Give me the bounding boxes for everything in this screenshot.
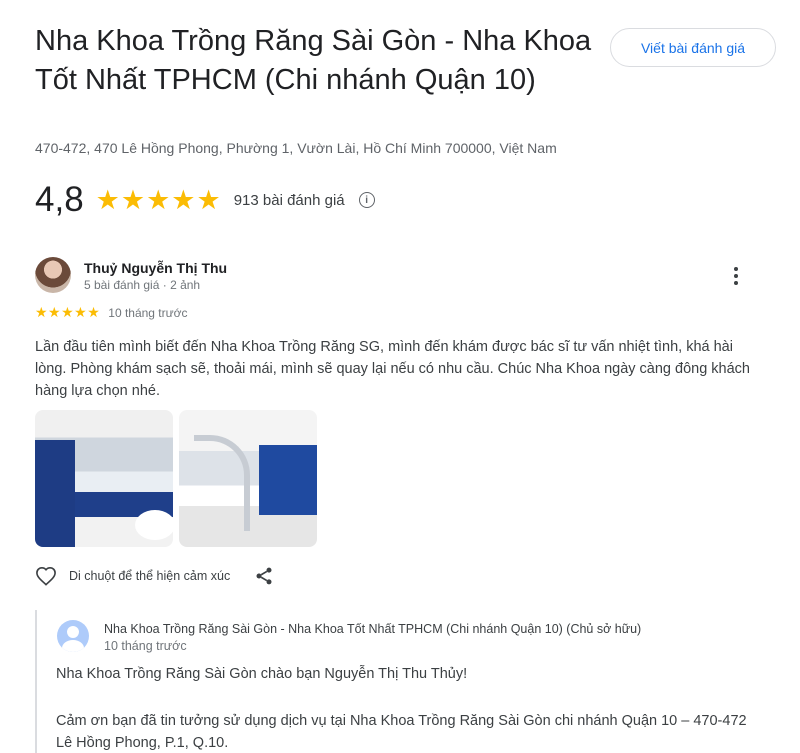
info-icon[interactable]: i: [358, 192, 375, 208]
owner-greeting: Nha Khoa Trồng Răng Sài Gòn chào bạn Ngu…: [56, 666, 468, 682]
review-time: 10 tháng trước: [108, 305, 188, 320]
reviewer-name[interactable]: Thuỷ Nguyễn Thị Thu: [84, 260, 227, 276]
reviewer-meta: 5 bài đánh giá · 2 ảnh: [84, 278, 201, 292]
review-count-link[interactable]: 913 bài đánh giá: [234, 192, 345, 209]
review-stars: ★★★★★: [35, 304, 101, 320]
owner-reply: Nha Khoa Trồng Răng Sài Gòn - Nha Khoa T…: [35, 610, 795, 753]
review-rating: ★★★★★ 10 tháng trước: [35, 304, 188, 321]
owner-reply-time: 10 tháng trước: [104, 639, 187, 653]
rating-value: 4,8: [35, 180, 84, 219]
write-review-button[interactable]: Viết bài đánh giá: [610, 28, 776, 67]
heart-icon[interactable]: [35, 566, 57, 586]
owner-reply-text: Cảm ơn bạn đã tin tưởng sử dụng dịch vụ …: [56, 713, 747, 751]
review-text: Lần đầu tiên mình biết đến Nha Khoa Trồn…: [35, 339, 750, 399]
review-photo-1[interactable]: [35, 410, 173, 547]
owner-name: Nha Khoa Trồng Răng Sài Gòn - Nha Khoa T…: [104, 622, 642, 636]
place-title: Nha Khoa Trồng Răng Sài Gòn - Nha Khoa T…: [35, 25, 592, 96]
review-photo-2[interactable]: [179, 410, 317, 547]
owner-avatar: [57, 620, 89, 652]
rating-summary: 4,8 ★★★★★ 913 bài đánh giá i: [35, 180, 375, 220]
place-address: 470-472, 470 Lê Hồng Phong, Phường 1, Vư…: [35, 140, 557, 156]
avatar[interactable]: [35, 257, 71, 293]
rating-stars: ★★★★★: [95, 184, 222, 215]
share-icon[interactable]: [254, 566, 274, 586]
react-hint: Di chuột để thể hiện cảm xúc: [69, 569, 231, 583]
more-vertical-icon[interactable]: [726, 264, 746, 288]
review-actions: Di chuột để thể hiện cảm xúc: [35, 566, 274, 586]
